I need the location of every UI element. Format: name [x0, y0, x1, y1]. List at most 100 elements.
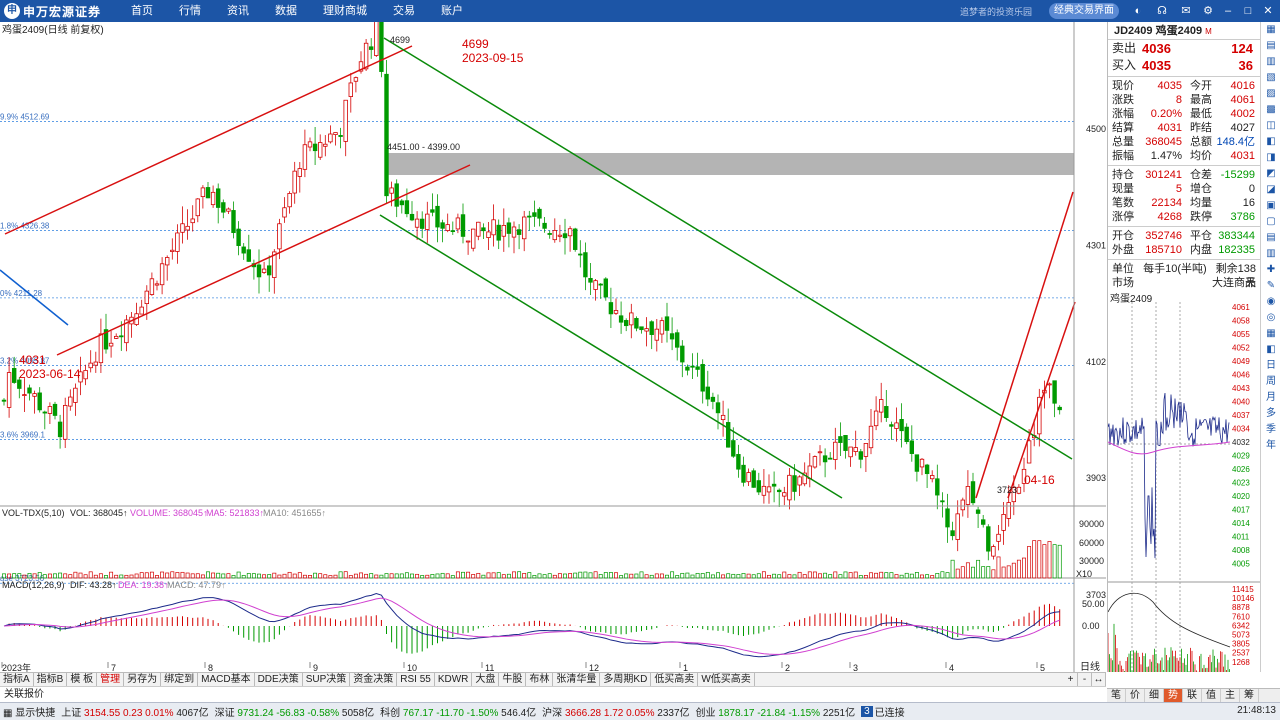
mail-icon[interactable]: ✉	[1178, 3, 1194, 19]
headset-icon[interactable]: ☊	[1154, 3, 1170, 19]
quote-stat-row: 现价 4035 今开 4016	[1108, 79, 1260, 93]
related-quote-tab[interactable]: 关联报价	[0, 689, 44, 700]
macd-indicator-name: MACD(12,26,9)	[2, 580, 65, 590]
side-tool-icon[interactable]: 周	[1261, 374, 1280, 390]
menu-data[interactable]: 数据	[262, 0, 310, 22]
indicator-tab[interactable]: KDWR	[435, 673, 473, 686]
indicator-tab[interactable]: 另存为	[124, 673, 162, 686]
indicator-tab[interactable]: 指标A	[0, 673, 34, 686]
indicator-tab[interactable]: 大盘	[472, 673, 500, 686]
indicator-tab[interactable]: 张清华量	[553, 673, 601, 686]
classic-trade-button[interactable]: 经典交易界面	[1049, 3, 1119, 19]
quote-panel-tab[interactable]: 细	[1145, 689, 1164, 702]
side-tool-icon[interactable]: ✎	[1261, 278, 1280, 294]
side-tool-icon[interactable]: 多	[1261, 406, 1280, 422]
side-tool-icon[interactable]: ◎	[1261, 310, 1280, 326]
intraday-mini-chart[interactable]: 4061 4058 4055 4052 4049 4046 4043 4040 4037 4034…	[1108, 302, 1261, 672]
zoom-button[interactable]: ↔	[1092, 673, 1106, 686]
zoom-button[interactable]: +	[1064, 673, 1078, 686]
indicator-tab[interactable]: MACD基本	[198, 673, 255, 686]
side-tool-icon[interactable]: ▤	[1261, 230, 1280, 246]
side-tool-icon[interactable]: ▣	[1261, 198, 1280, 214]
index-ticker[interactable]: 上证 3154.55 0.23 0.01% 4067亿	[61, 708, 208, 719]
quote-panel-tab[interactable]: 势	[1164, 689, 1183, 702]
indicator-tab[interactable]: RSI 55	[397, 673, 435, 686]
side-tool-icon[interactable]: 年	[1261, 438, 1280, 454]
volume-bar	[598, 574, 603, 579]
side-tool-icon[interactable]: ◧	[1261, 342, 1280, 358]
ask-row[interactable]: 卖出 4036 124	[1108, 40, 1260, 57]
quote-panel-tab[interactable]: 价	[1126, 689, 1145, 702]
indicator-tab[interactable]: 布林	[526, 673, 554, 686]
indicator-tab[interactable]: 绑定到	[161, 673, 199, 686]
quote-panel-tab[interactable]: 值	[1202, 689, 1221, 702]
side-tool-icon[interactable]: ▢	[1261, 214, 1280, 230]
quote-panel-tab[interactable]: 联	[1183, 689, 1202, 702]
kline-chart[interactable]: 9.9% 4512.691.8% 4326.380% 4211.283.2% 4…	[0, 22, 1106, 672]
volume-bar	[1047, 541, 1052, 579]
show-shortcut-label: 显示快捷	[15, 708, 56, 719]
side-tool-icon[interactable]: ▥	[1261, 246, 1280, 262]
index-ticker[interactable]: 深证 9731.24 -56.83 -0.58% 5058亿	[215, 708, 375, 719]
quote-panel-tab[interactable]: 筹	[1240, 689, 1259, 702]
indicator-tab[interactable]: 资金决策	[350, 673, 398, 686]
settings-icon[interactable]: ⚙	[1200, 3, 1216, 19]
menu-news[interactable]: 资讯	[214, 0, 262, 22]
menu-home[interactable]: 首页	[118, 0, 166, 22]
index-ticker[interactable]: 创业 1878.17 -21.84 -1.15% 2251亿	[696, 708, 856, 719]
mini-axis-label: 6342	[1232, 621, 1250, 630]
side-tool-icon[interactable]: ◧	[1261, 134, 1280, 150]
candle-body	[450, 230, 455, 233]
menu-quotes[interactable]: 行情	[166, 0, 214, 22]
side-tool-icon[interactable]: ▤	[1261, 38, 1280, 54]
side-tool-icon[interactable]: 月	[1261, 390, 1280, 406]
bid-row[interactable]: 买入 4035 36	[1108, 57, 1260, 74]
indicator-tab[interactable]: 低买高卖	[651, 673, 699, 686]
indicator-tab[interactable]: SUP决策	[303, 673, 351, 686]
candle-body	[470, 228, 476, 249]
quote-panel-tab[interactable]: 笔	[1107, 689, 1126, 702]
indicator-tab[interactable]: DDE决策	[255, 673, 303, 686]
indicator-tab[interactable]: 指标B	[34, 673, 68, 686]
side-tool-icon[interactable]: ◫	[1261, 118, 1280, 134]
candle-body	[690, 365, 695, 368]
side-tool-icon[interactable]: ◨	[1261, 150, 1280, 166]
candle-body	[460, 214, 466, 237]
side-tool-icon[interactable]: 季	[1261, 422, 1280, 438]
side-tool-icon[interactable]: 日	[1261, 358, 1280, 374]
show-shortcut-button[interactable]: ▦ 显示快捷	[3, 704, 55, 719]
index-ticker[interactable]: 科创 767.17 -11.70 -1.50% 546.4亿	[380, 708, 536, 719]
side-tool-icon[interactable]: ✚	[1261, 262, 1280, 278]
menu-trade[interactable]: 交易	[380, 0, 428, 22]
candle-body	[164, 257, 170, 266]
market-label: 市场	[1112, 277, 1134, 289]
side-tool-icon[interactable]: ◉	[1261, 294, 1280, 310]
minimize-icon[interactable]: –	[1220, 3, 1236, 19]
indicator-tab[interactable]: 多周期KD	[600, 673, 652, 686]
side-tool-icon[interactable]: ▩	[1261, 102, 1280, 118]
indicator-tab[interactable]: 管理	[97, 673, 125, 686]
indicator-tab[interactable]: 牛股	[499, 673, 527, 686]
volume-bar	[211, 572, 216, 579]
side-tool-icon[interactable]: ▨	[1261, 86, 1280, 102]
skin-icon[interactable]: ◐	[1130, 3, 1146, 19]
side-tool-icon[interactable]: ◩	[1261, 166, 1280, 182]
volume-bar	[945, 572, 950, 579]
candle-body	[858, 451, 863, 460]
zoom-button[interactable]: -	[1078, 673, 1092, 686]
side-tool-icon[interactable]: ▥	[1261, 54, 1280, 70]
menu-account[interactable]: 账户	[428, 0, 476, 22]
indicator-tab[interactable]: 模 板	[67, 673, 98, 686]
side-tool-icon[interactable]: ▦	[1261, 326, 1280, 342]
maximize-icon[interactable]: □	[1240, 3, 1256, 19]
quote-panel-tab[interactable]: 主	[1221, 689, 1240, 702]
volume-bar	[588, 572, 593, 579]
side-tool-icon[interactable]: ▧	[1261, 70, 1280, 86]
candle-body	[317, 142, 323, 158]
side-tool-icon[interactable]: ◪	[1261, 182, 1280, 198]
menu-wealth[interactable]: 理财商城	[310, 0, 380, 22]
index-ticker[interactable]: 沪深 3666.28 1.72 0.05% 2337亿	[542, 708, 689, 719]
close-icon[interactable]: ✕	[1260, 3, 1276, 19]
side-tool-icon[interactable]: ▦	[1261, 22, 1280, 38]
indicator-tab[interactable]: W低买高卖	[698, 673, 755, 686]
